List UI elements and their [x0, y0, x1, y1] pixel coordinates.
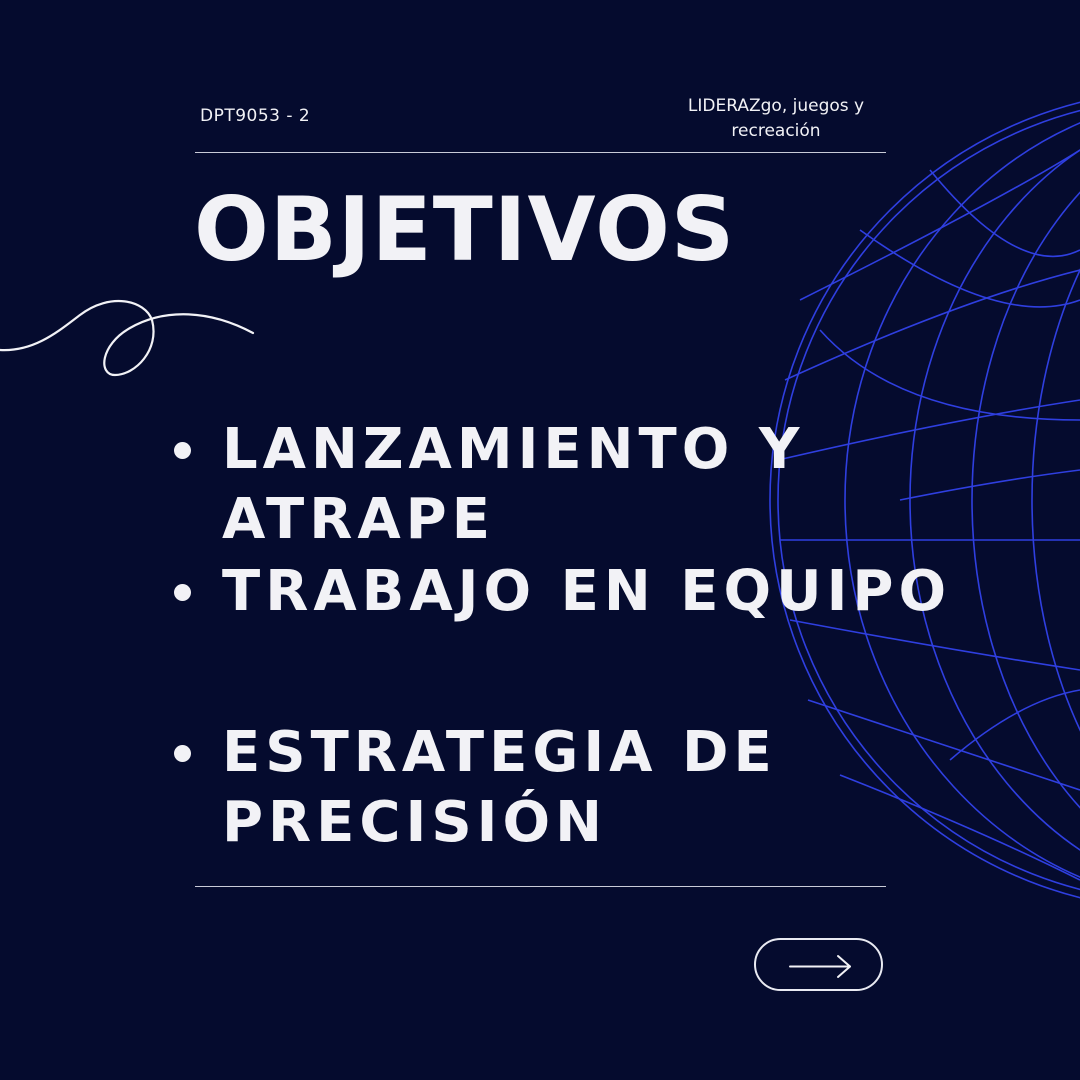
objective-line: ESTRATEGIA DE — [222, 720, 777, 785]
bullet-icon — [174, 442, 191, 459]
arrow-right-icon — [789, 955, 851, 978]
objective-line: TRABAJO EN EQUIPO — [222, 559, 952, 624]
objectives-list: LANZAMIENTO Y ATRAPE TRABAJO EN EQUIPO E… — [0, 0, 1080, 1080]
objective-line: LANZAMIENTO Y — [222, 417, 805, 482]
bullet-icon — [174, 745, 191, 762]
slide: DPT9053 - 2 LIDERAZgo, juegos y recreaci… — [0, 0, 1080, 1080]
objective-line: PRECISIÓN — [222, 790, 607, 855]
bottom-divider — [195, 886, 886, 887]
next-button[interactable] — [754, 938, 883, 991]
objective-line: ATRAPE — [222, 487, 495, 552]
bullet-icon — [174, 584, 191, 601]
